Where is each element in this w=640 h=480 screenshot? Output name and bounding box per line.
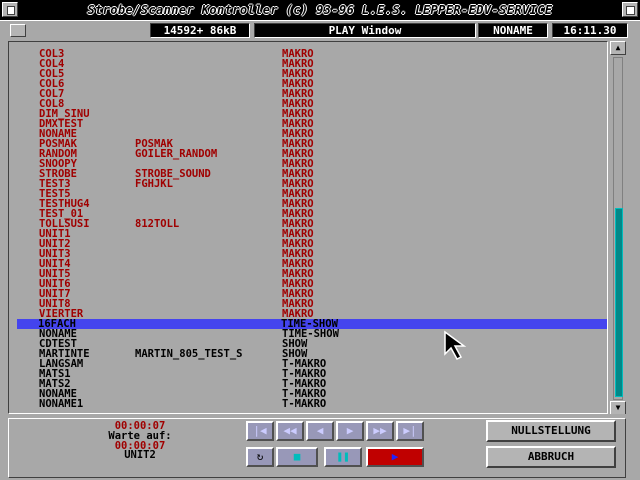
macro-list[interactable]: COL3 MAKRO COL4 MAKRO COL5 MAKRO COL6 MAKRO COL7… [8, 41, 608, 414]
list-item[interactable]: CDTEST SHOW [18, 339, 607, 350]
abort-button[interactable]: ABBRUCH [486, 446, 616, 468]
list-item[interactable]: NONAME1 T-MAKRO [18, 398, 607, 410]
rewind-icon: ◀◀ [283, 424, 297, 437]
pause-button[interactable]: ❚❚ [324, 447, 362, 467]
close-icon [7, 6, 15, 15]
step-back-button[interactable]: ◀ [306, 421, 334, 441]
memory-readout: 14592+ 86kB [150, 23, 250, 38]
play-icon: ▶ [391, 450, 399, 463]
arrow-up-icon: ▲ [615, 43, 621, 52]
step-forward-icon: ▶ [346, 424, 354, 437]
scroll-track[interactable] [613, 57, 623, 400]
project-name: NONAME [478, 23, 548, 38]
status-menu-button[interactable] [10, 24, 26, 37]
depth-icon [626, 6, 635, 15]
control-panel: 00:00:07 Warte auf: 00:00:07 UNIT2 |◀ ◀◀… [0, 414, 640, 480]
depth-arrange-button[interactable] [622, 2, 638, 17]
item-description: FGHJKL [135, 178, 173, 190]
scroll-down-button[interactable]: ▼ [610, 401, 626, 415]
stop-icon: ■ [293, 450, 301, 463]
list-item[interactable]: NONAME TIME-SHOW [18, 329, 607, 340]
loop-icon: ↻ [256, 450, 264, 463]
status-bar: 14592+ 86kB PLAY Window NONAME 16:11.30 [0, 21, 640, 41]
scroll-thumb[interactable] [615, 208, 623, 397]
stop-button[interactable]: ■ [276, 447, 318, 467]
title-bar: Strobe/Scanner Kontroller (c) 93-96 L.E.… [0, 0, 640, 21]
list-scrollbar[interactable]: ▲ ▼ [610, 41, 626, 415]
fast-forward-button[interactable]: ▶▶ [366, 421, 394, 441]
window-title: Strobe/Scanner Kontroller (c) 93-96 L.E.… [87, 3, 553, 17]
rewind-button[interactable]: ◀◀ [276, 421, 304, 441]
item-description: GOILER_RANDOM [135, 148, 218, 160]
window-name: PLAY Window [254, 23, 476, 38]
reset-button[interactable]: NULLSTELLUNG [486, 420, 616, 442]
pause-icon: ❚❚ [336, 450, 350, 463]
step-back-icon: ◀ [316, 424, 324, 437]
item-description: MARTIN_805_TEST_S [135, 348, 243, 360]
fast-forward-icon: ▶▶ [373, 424, 387, 437]
clock: 16:11.30 [552, 23, 628, 38]
skip-last-icon: ▶| [403, 424, 417, 437]
arrow-down-icon: ▼ [615, 403, 621, 412]
current-unit: UNIT2 [124, 449, 156, 461]
mouse-pointer-icon [444, 330, 467, 360]
step-forward-button[interactable]: ▶ [336, 421, 364, 441]
loop-button[interactable]: ↻ [246, 447, 274, 467]
item-description: 812TOLL [135, 218, 180, 230]
play-button[interactable]: ▶ [366, 447, 424, 467]
last-button[interactable]: ▶| [396, 421, 424, 441]
item-name: NONAME1 [39, 398, 84, 410]
close-window-button[interactable] [2, 2, 18, 17]
item-type: T-MAKRO [282, 398, 327, 410]
skip-first-icon: |◀ [253, 424, 267, 437]
scroll-up-button[interactable]: ▲ [610, 41, 626, 55]
first-button[interactable]: |◀ [246, 421, 274, 441]
